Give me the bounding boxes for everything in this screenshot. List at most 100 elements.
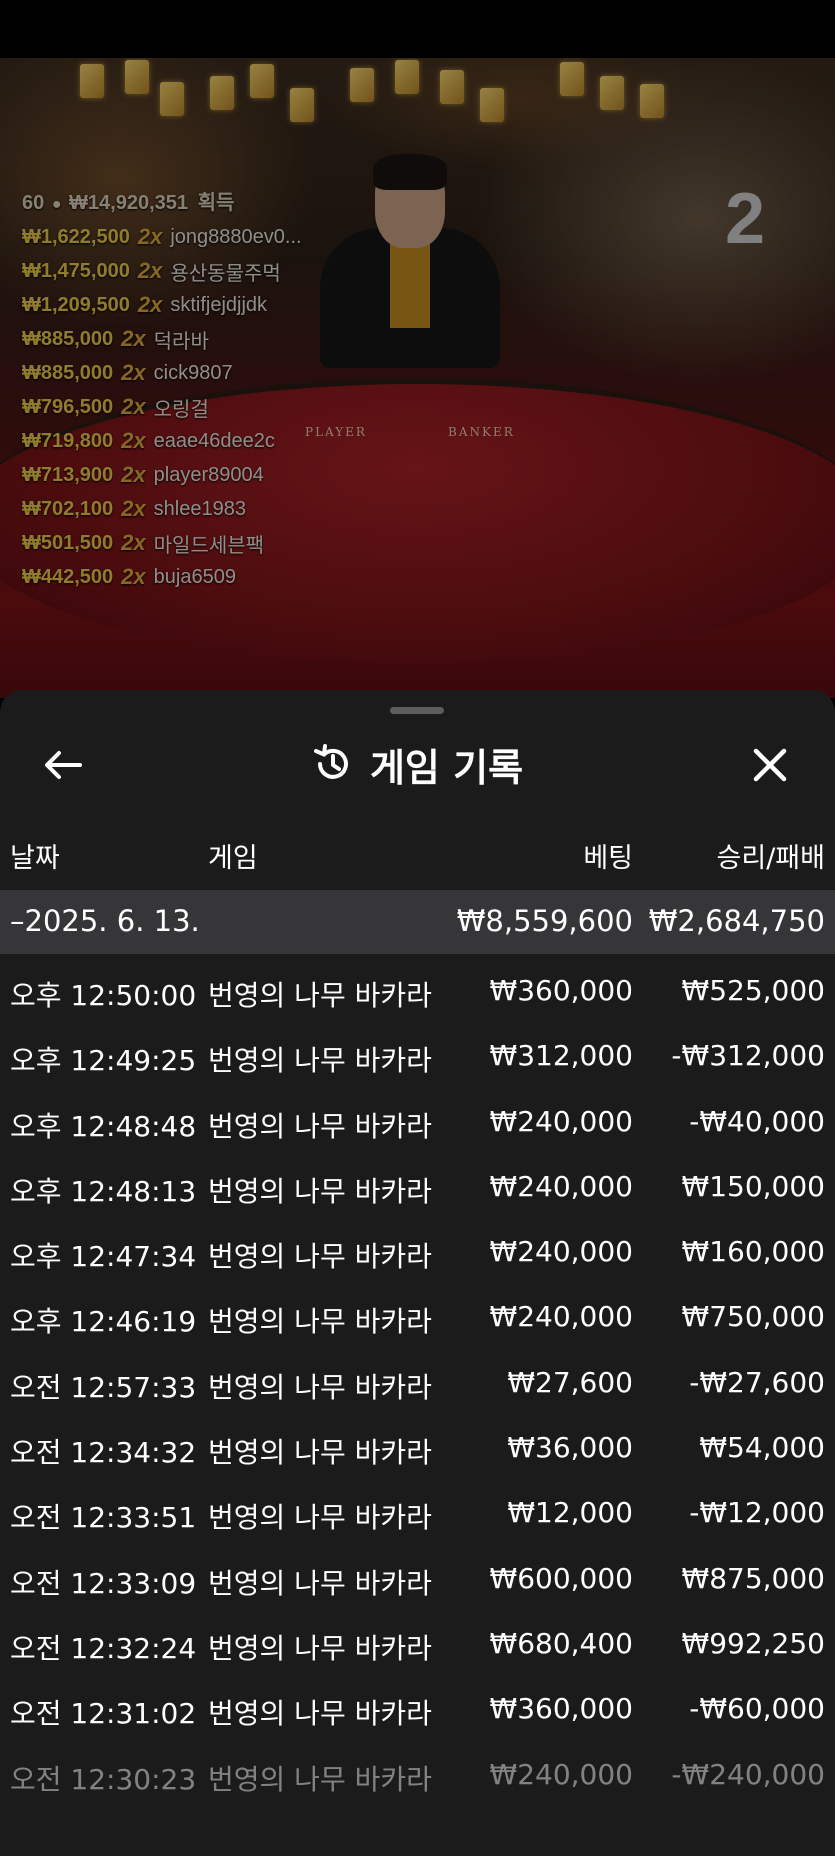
gold-card-decoration — [160, 82, 184, 116]
gold-card-decoration — [210, 76, 234, 110]
player-zone-label: PLAYER — [305, 425, 367, 439]
row-game: 번영의 나무 바카라 — [208, 1566, 432, 1600]
winner-row: ₩1,622,500 2x jong8880ev0... — [22, 220, 302, 254]
row-game: 번영의 나무 바카라 — [208, 1109, 432, 1143]
row-bet: ₩360,000 — [489, 974, 633, 1007]
winner-name: shlee1983 — [153, 497, 246, 520]
column-header-date: 날짜 — [10, 843, 60, 874]
row-bet: ₩240,000 — [489, 1757, 633, 1791]
row-bet: ₩240,000 — [489, 1104, 633, 1138]
person-icon: ● — [51, 196, 62, 213]
table-row[interactable]: 오후 12:50:00 번영의 나무 바카라 ₩360,000 ₩525,000 — [0, 954, 835, 1019]
row-bet: ₩360,000 — [489, 1692, 633, 1726]
gold-card-decoration — [600, 76, 624, 110]
sheet-header: 게임 기록 — [0, 734, 835, 794]
row-time: 오후 12:50:00 — [10, 979, 197, 1012]
row-game: 번영의 나무 바카라 — [208, 1762, 432, 1796]
winner-amount: ₩885,000 — [22, 327, 114, 350]
row-time: 오전 12:34:32 — [10, 1436, 197, 1470]
table-row[interactable]: 오전 12:57:33 번영의 나무 바카라 ₩27,600 -₩27,600 — [0, 1346, 835, 1411]
winner-row: ₩885,000 2x cick9807 — [22, 356, 302, 390]
multiplier-badge: 2x — [121, 496, 146, 521]
row-game: 번영의 나무 바카라 — [208, 1697, 432, 1731]
date-group-bet-total: ₩8,559,600 — [456, 904, 633, 938]
table-row[interactable]: 오후 12:49:25 번영의 나무 바카라 ₩312,000 -₩312,000 — [0, 1019, 835, 1084]
row-game: 번영의 나무 바카라 — [208, 1501, 432, 1535]
row-time: 오전 12:31:02 — [10, 1697, 197, 1731]
table-row[interactable]: 오후 12:46:19 번영의 나무 바카라 ₩240,000 ₩750,000 — [0, 1280, 835, 1345]
winner-name: buja6509 — [153, 565, 236, 588]
row-bet: ₩240,000 — [489, 1169, 633, 1203]
history-icon — [313, 744, 348, 779]
winner-amount: ₩713,900 — [22, 463, 114, 486]
row-time: 오전 12:30:23 — [10, 1762, 197, 1796]
table-row[interactable]: 오후 12:47:34 번영의 나무 바카라 ₩240,000 ₩160,000 — [0, 1215, 835, 1280]
date-group-label: –2025. 6. 13. — [10, 904, 200, 938]
row-result: ₩525,000 — [681, 974, 825, 1007]
dealer-vest — [390, 238, 430, 328]
multiplier-badge: 2x — [121, 530, 146, 555]
row-result: ₩54,000 — [699, 1431, 825, 1465]
winners-count: 60 — [22, 192, 45, 214]
row-time: 오전 12:57:33 — [10, 1370, 197, 1404]
row-result: -₩312,000 — [671, 1039, 825, 1073]
multiplier-badge: 2x — [121, 564, 146, 589]
winner-amount: ₩1,475,000 — [22, 259, 130, 282]
table-row[interactable]: 오전 12:32:24 번영의 나무 바카라 ₩680,400 ₩992,250 — [0, 1607, 835, 1672]
table-row[interactable]: 오전 12:34:32 번영의 나무 바카라 ₩36,000 ₩54,000 — [0, 1411, 835, 1476]
row-bet: ₩680,400 — [489, 1626, 633, 1660]
winner-name: eaae46dee2c — [153, 429, 275, 452]
winner-amount: ₩885,000 — [22, 361, 114, 384]
winner-name: 용산동물주먹 — [170, 262, 281, 285]
page-title: 게임 기록 — [369, 745, 524, 790]
gold-card-decoration — [440, 70, 464, 104]
gold-card-decoration — [80, 64, 104, 98]
banker-zone-label: BANKER — [448, 425, 515, 439]
winners-summary: 60 ● ₩14,920,351 획득 — [22, 186, 302, 220]
row-bet: ₩36,000 — [507, 1431, 633, 1465]
table-row[interactable]: 오전 12:30:23 번영의 나무 바카라 ₩240,000 -₩240,000 — [0, 1738, 835, 1803]
row-game: 번영의 나무 바카라 — [208, 1631, 432, 1665]
table-row[interactable]: 오전 12:31:02 번영의 나무 바카라 ₩360,000 -₩60,000 — [0, 1672, 835, 1737]
multiplier-badge: 2x — [121, 326, 146, 351]
row-time: 오전 12:33:09 — [10, 1566, 197, 1600]
gold-card-decoration — [640, 84, 664, 118]
winner-row: ₩501,500 2x 마일드세븐팩 — [22, 526, 302, 560]
top-bar — [0, 0, 835, 58]
row-game: 번영의 나무 바카라 — [208, 1240, 432, 1274]
winner-name: cick9807 — [153, 361, 233, 384]
winner-name: 마일드세븐팩 — [153, 534, 265, 557]
date-group-row[interactable]: –2025. 6. 13. ₩8,559,600 ₩2,684,750 — [0, 890, 835, 954]
multiplier-badge: 2x — [121, 394, 146, 419]
row-bet: ₩312,000 — [489, 1039, 633, 1073]
winner-name: sktifjejdjjdk — [170, 293, 268, 316]
winner-amount: ₩796,500 — [22, 395, 114, 418]
winners-total: ₩14,920,351 — [69, 192, 189, 214]
winner-amount: ₩719,800 — [22, 429, 114, 452]
gold-card-decoration — [290, 88, 314, 122]
row-result: ₩160,000 — [681, 1235, 825, 1269]
row-result: ₩750,000 — [681, 1300, 825, 1334]
drag-handle[interactable] — [390, 707, 444, 714]
winners-list: 60 ● ₩14,920,351 획득 ₩1,622,500 2x jong8880… — [22, 186, 302, 594]
row-bet: ₩240,000 — [489, 1300, 633, 1334]
gold-card-decoration — [395, 60, 419, 94]
winner-name: jong8880ev0... — [170, 225, 302, 248]
dealer-hair — [373, 154, 447, 190]
row-result: -₩12,000 — [689, 1496, 825, 1530]
multiplier-badge: 2x — [121, 428, 146, 453]
table-row[interactable]: 오전 12:33:51 번영의 나무 바카라 ₩12,000 -₩12,000 — [0, 1476, 835, 1541]
close-button[interactable] — [745, 740, 795, 790]
row-game: 번영의 나무 바카라 — [208, 1044, 432, 1078]
table-row[interactable]: 오후 12:48:48 번영의 나무 바카라 ₩240,000 -₩40,000 — [0, 1085, 835, 1150]
winner-row: ₩702,100 2x shlee1983 — [22, 492, 302, 526]
close-icon — [753, 748, 787, 782]
winner-row: ₩796,500 2x 오링걸 — [22, 390, 302, 424]
row-game: 번영의 나무 바카라 — [208, 1370, 432, 1404]
row-bet: ₩12,000 — [507, 1496, 633, 1530]
multiplier-badge: 2x — [137, 292, 163, 317]
winner-name: player89004 — [153, 463, 264, 486]
table-row[interactable]: 오전 12:33:09 번영의 나무 바카라 ₩600,000 ₩875,000 — [0, 1542, 835, 1607]
winner-row: ₩1,475,000 2x 용산동물주먹 — [22, 254, 302, 288]
table-row[interactable]: 오후 12:48:13 번영의 나무 바카라 ₩240,000 ₩150,000 — [0, 1150, 835, 1215]
